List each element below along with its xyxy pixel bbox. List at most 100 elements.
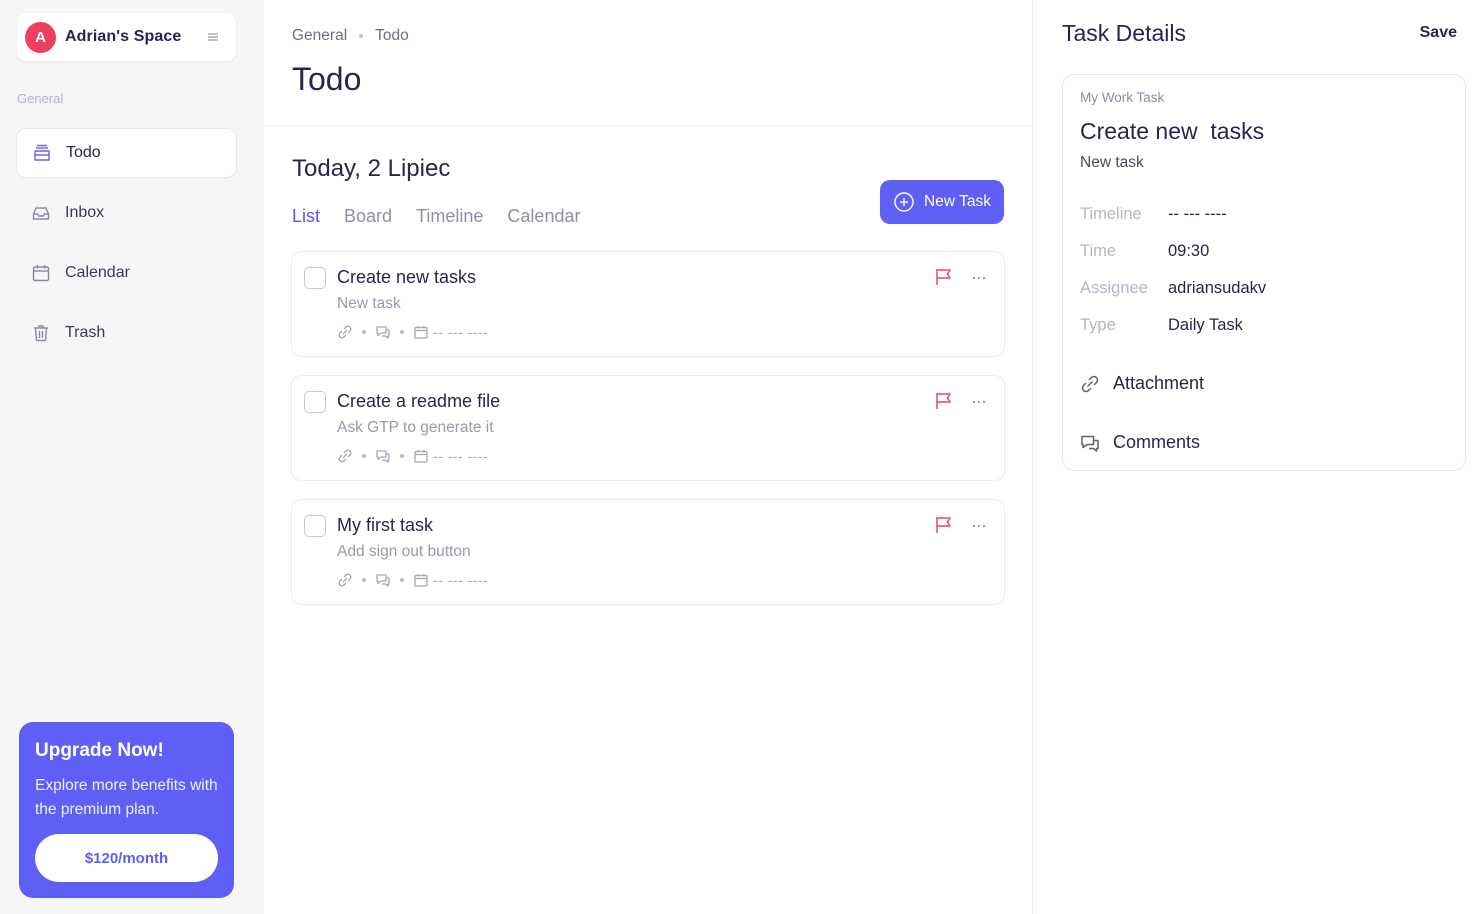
meta-separator	[400, 330, 404, 334]
link-icon	[1080, 374, 1100, 394]
sidebar-item-label: Calendar	[65, 264, 130, 281]
upgrade-price-button[interactable]: $120/month	[35, 834, 218, 882]
new-task-label: New Task	[924, 193, 991, 210]
new-task-button[interactable]: New Task	[880, 180, 1004, 224]
link-icon[interactable]	[337, 572, 353, 588]
more-options-icon[interactable]	[969, 392, 989, 412]
task-meta: -- --- ----	[337, 324, 488, 340]
field-label: Assignee	[1080, 279, 1148, 297]
task-detail-subtitle[interactable]: New task	[1080, 154, 1144, 172]
sidebar: A Adrian's Space General Todo Inbox Cale…	[0, 0, 264, 914]
upgrade-card: Upgrade Now! Explore more benefits with …	[19, 722, 234, 898]
task-meta: -- --- ----	[337, 572, 488, 588]
breadcrumb: General Todo	[292, 27, 409, 45]
sidebar-item-label: Inbox	[65, 204, 105, 221]
field-value: -- --- ----	[1168, 205, 1227, 223]
task-meta: -- --- ----	[337, 448, 488, 464]
task-checkbox[interactable]	[304, 267, 326, 289]
attachment-section[interactable]: Attachment	[1080, 373, 1204, 394]
calendar-icon	[413, 448, 429, 464]
archive-box-icon	[32, 143, 52, 163]
meta-separator	[362, 454, 366, 458]
flag-icon[interactable]	[934, 391, 954, 411]
field-label: Timeline	[1080, 205, 1142, 223]
tab-calendar[interactable]: Calendar	[507, 206, 580, 227]
task-details-panel: Task Details Save My Work Task Create ne…	[1032, 0, 1477, 914]
trash-icon	[31, 323, 51, 343]
upgrade-title: Upgrade Now!	[35, 740, 164, 761]
menu-icon[interactable]	[206, 30, 220, 44]
field-label: Type	[1080, 316, 1116, 334]
task-subtitle: Add sign out button	[337, 543, 471, 560]
field-timeline[interactable]: Timeline -- --- ----	[1080, 205, 1227, 224]
breadcrumb-item[interactable]: General	[292, 27, 347, 45]
task-subtitle: New task	[337, 295, 401, 312]
workspace-switcher[interactable]: A Adrian's Space	[17, 13, 236, 61]
save-button[interactable]: Save	[1420, 24, 1457, 42]
task-checkbox[interactable]	[304, 391, 326, 413]
field-value: Daily Task	[1168, 316, 1243, 334]
field-label: Time	[1080, 242, 1117, 260]
task-title: Create a readme file	[337, 391, 501, 411]
meta-separator	[400, 578, 404, 582]
field-type[interactable]: Type Daily Task	[1080, 316, 1243, 335]
avatar: A	[25, 21, 56, 53]
flag-icon[interactable]	[934, 267, 954, 287]
task-title: Create new tasks	[337, 267, 477, 287]
task-card[interactable]: Create new tasks New task -- --- ----	[291, 251, 1005, 357]
tab-board[interactable]: Board	[344, 206, 392, 227]
field-time[interactable]: Time 09:30	[1080, 242, 1209, 261]
sidebar-item-trash[interactable]: Trash	[16, 308, 237, 358]
comment-icon[interactable]	[375, 448, 391, 464]
sidebar-item-inbox[interactable]: Inbox	[16, 188, 237, 238]
calendar-icon	[413, 572, 429, 588]
upgrade-text: Explore more benefits with the premium p…	[35, 777, 218, 818]
task-card[interactable]: Create a readme file Ask GTP to generate…	[291, 375, 1005, 481]
main-content: General Todo Todo Today, 2 Lipiec List B…	[264, 0, 1032, 914]
breadcrumb-item[interactable]: Todo	[375, 27, 409, 45]
sidebar-item-label: Trash	[65, 324, 106, 341]
more-options-icon[interactable]	[969, 516, 989, 536]
link-icon[interactable]	[337, 324, 353, 340]
project-name: My Work Task	[1080, 90, 1165, 105]
page-title: Todo	[292, 61, 362, 97]
task-date: -- --- ----	[433, 324, 489, 340]
meta-separator	[362, 578, 366, 582]
breadcrumb-separator	[359, 34, 364, 38]
inbox-icon	[31, 203, 51, 223]
comment-icon[interactable]	[375, 324, 391, 340]
sidebar-item-calendar[interactable]: Calendar	[16, 248, 237, 298]
tab-list[interactable]: List	[292, 206, 320, 227]
task-detail-title[interactable]: Create new tasks	[1080, 118, 1264, 145]
comment-icon	[1080, 433, 1100, 453]
sidebar-item-todo[interactable]: Todo	[16, 128, 237, 178]
meta-separator	[362, 330, 366, 334]
task-detail-card: My Work Task Create new tasks New task T…	[1062, 74, 1466, 471]
link-icon[interactable]	[337, 448, 353, 464]
sidebar-item-label: Todo	[66, 144, 101, 161]
field-value: 09:30	[1168, 242, 1210, 260]
plus-circle-icon	[893, 191, 915, 213]
view-tabs: List Board Timeline Calendar	[292, 206, 604, 227]
more-options-icon[interactable]	[969, 268, 989, 288]
flag-icon[interactable]	[934, 515, 954, 535]
task-checkbox[interactable]	[304, 515, 326, 537]
comment-icon[interactable]	[375, 572, 391, 588]
task-card[interactable]: My first task Add sign out button -- ---…	[291, 499, 1005, 605]
task-date: -- --- ----	[433, 572, 489, 588]
task-subtitle: Ask GTP to generate it	[337, 419, 494, 436]
workspace-name: Adrian's Space	[65, 28, 182, 45]
task-date: -- --- ----	[433, 448, 489, 464]
comments-label: Comments	[1113, 432, 1201, 452]
sidebar-section-label: General	[17, 91, 64, 106]
panel-title: Task Details	[1062, 20, 1186, 46]
comments-section[interactable]: Comments	[1080, 432, 1200, 453]
date-heading: Today, 2 Lipiec	[292, 155, 451, 182]
field-value: adriansudakv	[1168, 279, 1267, 297]
calendar-icon	[31, 263, 51, 283]
attachment-label: Attachment	[1113, 373, 1205, 393]
field-assignee[interactable]: Assignee adriansudakv	[1080, 279, 1266, 298]
divider	[264, 125, 1032, 126]
tab-timeline[interactable]: Timeline	[416, 206, 483, 227]
task-title: My first task	[337, 515, 434, 535]
